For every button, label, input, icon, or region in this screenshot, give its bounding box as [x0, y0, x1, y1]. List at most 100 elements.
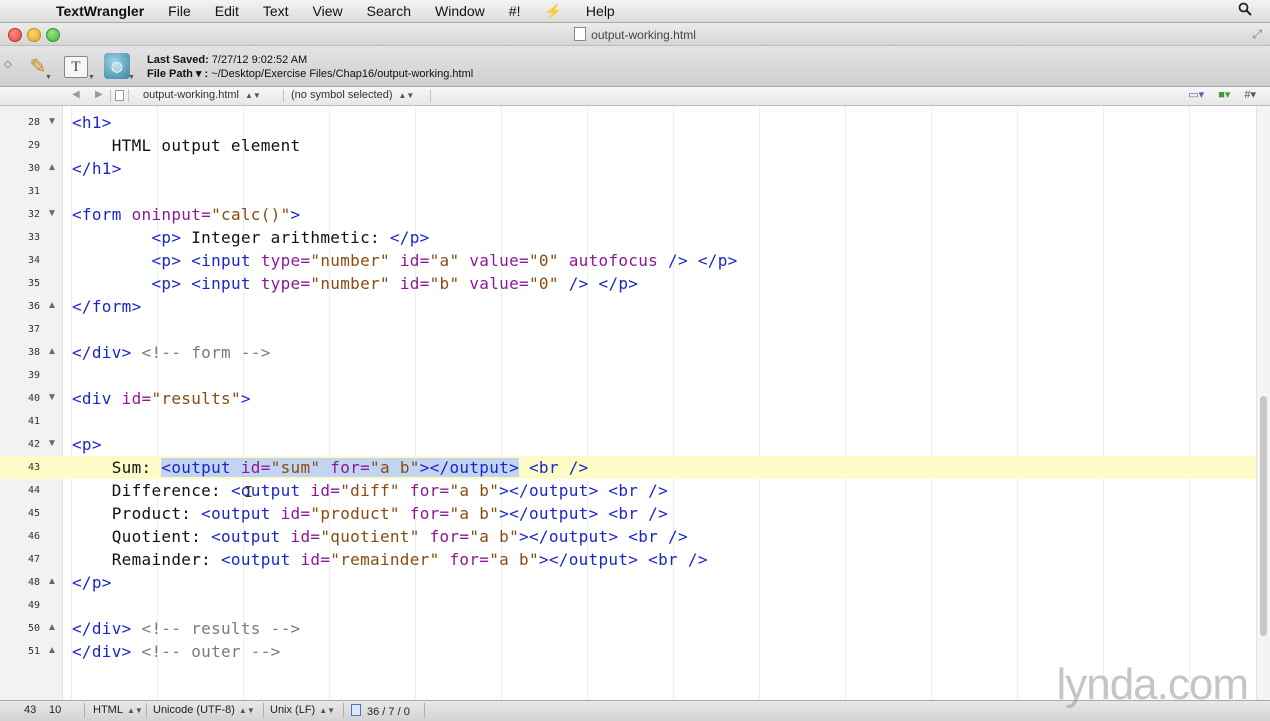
menu-app-name[interactable]: TextWrangler — [52, 3, 156, 19]
menu-edit[interactable]: Edit — [203, 3, 251, 19]
divider — [128, 89, 129, 102]
fold-toggle-icon[interactable]: ▼ — [47, 116, 57, 127]
code-line[interactable]: 28 ▼ <h1> — [0, 111, 1256, 134]
language-popup[interactable]: HTML ▲▼ — [93, 704, 143, 716]
code-text: <form oninput="calc()"> — [72, 205, 301, 224]
function-popup-icon[interactable]: #▾ — [1244, 88, 1256, 101]
line-number: 44 — [27, 485, 40, 496]
fold-toggle-icon[interactable]: ▲ — [47, 346, 57, 357]
code-line[interactable]: 39 — [0, 364, 1256, 387]
text-cursor-icon: I — [244, 483, 254, 501]
fullscreen-icon[interactable]: ⤢ — [1252, 27, 1262, 42]
line-endings-label: Unix (LF) — [270, 704, 316, 716]
line-number: 29 — [27, 140, 40, 151]
code-line-current[interactable]: 43 Sum: <output id="sum" for="a b"></out… — [0, 456, 1256, 479]
divider — [283, 89, 284, 102]
line-endings-popup[interactable]: Unix (LF) ▲▼ — [270, 704, 335, 716]
code-line[interactable]: 35 <p> <input type="number" id="b" value… — [0, 272, 1256, 295]
code-line[interactable]: 33 <p> Integer arithmetic: </p> — [0, 226, 1256, 249]
code-line[interactable]: 41 — [0, 410, 1256, 433]
file-popup[interactable]: output-working.html ▲▼ — [143, 89, 261, 101]
line-number: 32 — [27, 209, 40, 220]
symbol-popup[interactable]: (no symbol selected) ▲▼ — [291, 89, 414, 101]
code-editor[interactable]: 28 ▼ <h1> 29 HTML output element 30 ▲ </… — [0, 106, 1270, 700]
code-text: Quotient: <output id="quotient" for="a b… — [72, 527, 688, 546]
code-line[interactable]: 48 ▲ </p> — [0, 571, 1256, 594]
encoding-popup[interactable]: Unicode (UTF-8) ▲▼ — [153, 704, 255, 716]
line-number: 28 — [27, 117, 40, 128]
code-line[interactable]: 34 <p> <input type="number" id="a" value… — [0, 249, 1256, 272]
forward-arrow-icon[interactable]: ▶ — [95, 89, 103, 100]
back-arrow-icon[interactable]: ◀ — [72, 89, 80, 100]
document-stats[interactable]: 36 / 7 / 0 — [351, 704, 410, 718]
menu-text[interactable]: Text — [251, 3, 301, 19]
menu-scripts[interactable]: ⚡ — [532, 3, 573, 20]
menu-view[interactable]: View — [301, 3, 355, 19]
document-icon[interactable] — [574, 27, 587, 41]
text-options-icon[interactable]: T — [64, 56, 88, 78]
markers-icon[interactable]: ▭▾ — [1188, 88, 1204, 101]
code-line[interactable]: 40 ▼ <div id="results"> — [0, 387, 1256, 410]
menu-help[interactable]: Help — [574, 3, 627, 19]
code-line[interactable]: 49 — [0, 594, 1256, 617]
divider — [263, 703, 264, 718]
fold-toggle-icon[interactable]: ▼ — [47, 392, 57, 403]
watermark-logo: lynda.com — [1056, 660, 1249, 709]
code-text: <p> Integer arithmetic: </p> — [151, 228, 430, 247]
chevron-down-icon[interactable]: ▼ — [45, 74, 52, 81]
code-line[interactable]: 45 Product: <output id="product" for="a … — [0, 502, 1256, 525]
fold-toggle-icon[interactable]: ▼ — [47, 438, 57, 449]
code-text: </div> <!-- outer --> — [72, 642, 281, 661]
code-line[interactable]: 36 ▲ </form> — [0, 295, 1256, 318]
menu-shebang[interactable]: #! — [497, 3, 533, 19]
code-line[interactable]: 42 ▼ <p> — [0, 433, 1256, 456]
fold-toggle-icon[interactable]: ▲ — [47, 300, 57, 311]
code-text: </div> <!-- form --> — [72, 343, 271, 362]
updown-arrows-icon: ▲▼ — [245, 91, 261, 100]
chevron-down-icon[interactable]: ▼ — [88, 74, 95, 81]
code-text: </div> <!-- results --> — [72, 619, 301, 638]
code-line[interactable]: 38 ▲ </div> <!-- form --> — [0, 341, 1256, 364]
window-title: output-working.html — [0, 27, 1270, 42]
line-number: 47 — [27, 554, 40, 565]
file-path-value: ~/Desktop/Exercise Files/Chap16/output-w… — [211, 68, 474, 80]
fold-toggle-icon[interactable]: ▼ — [47, 208, 57, 219]
menu-window[interactable]: Window — [423, 3, 497, 19]
toolbar: ◇ ✎ ▼ T ▼ ◍ ▼ Last Saved: 7/27/12 9:02:5… — [0, 46, 1270, 87]
fold-toggle-icon[interactable]: ▲ — [47, 622, 57, 633]
code-line[interactable]: 31 — [0, 180, 1256, 203]
line-number: 33 — [27, 232, 40, 243]
fold-toggle-icon[interactable]: ▲ — [47, 645, 57, 656]
window-title-text: output-working.html — [591, 28, 696, 42]
line-number: 39 — [27, 370, 40, 381]
fold-toggle-icon[interactable]: ▲ — [47, 162, 57, 173]
menu-search[interactable]: Search — [355, 3, 423, 19]
divider — [424, 703, 425, 718]
line-number: 34 — [27, 255, 40, 266]
menu-file[interactable]: File — [156, 3, 203, 19]
preview-in-browser-icon[interactable]: ◍ — [104, 53, 130, 79]
code-line[interactable]: 47 Remainder: <output id="remainder" for… — [0, 548, 1256, 571]
fold-toggle-icon[interactable]: ▲ — [47, 576, 57, 587]
code-text: <p> <input type="number" id="b" value="0… — [151, 274, 639, 293]
counterparts-icon[interactable]: ■▾ — [1218, 88, 1230, 101]
code-line[interactable]: 50 ▲ </div> <!-- results --> — [0, 617, 1256, 640]
toolbar-toggle-icon[interactable]: ◇ — [4, 59, 12, 70]
code-line[interactable]: 44 Difference: <output id="diff" for="a … — [0, 479, 1256, 502]
divider — [110, 89, 111, 102]
code-line[interactable]: 30 ▲ </h1> — [0, 157, 1256, 180]
vertical-scrollbar[interactable] — [1256, 106, 1270, 700]
last-saved-value: 7/27/12 9:02:52 AM — [211, 54, 308, 66]
file-path-label[interactable]: File Path ▾ : — [147, 68, 208, 80]
search-icon[interactable] — [1238, 2, 1252, 20]
chevron-down-icon[interactable]: ▼ — [128, 74, 135, 81]
scrollbar-thumb[interactable] — [1260, 396, 1267, 636]
code-text: Difference: <output id="diff" for="a b">… — [72, 481, 669, 500]
document-icon[interactable] — [115, 90, 124, 101]
code-text: <p> — [72, 435, 102, 454]
code-line[interactable]: 37 — [0, 318, 1256, 341]
window-title-bar: output-working.html ⤢ — [0, 23, 1270, 46]
code-line[interactable]: 46 Quotient: <output id="quotient" for="… — [0, 525, 1256, 548]
code-line[interactable]: 29 HTML output element — [0, 134, 1256, 157]
code-line[interactable]: 32 ▼ <form oninput="calc()"> — [0, 203, 1256, 226]
